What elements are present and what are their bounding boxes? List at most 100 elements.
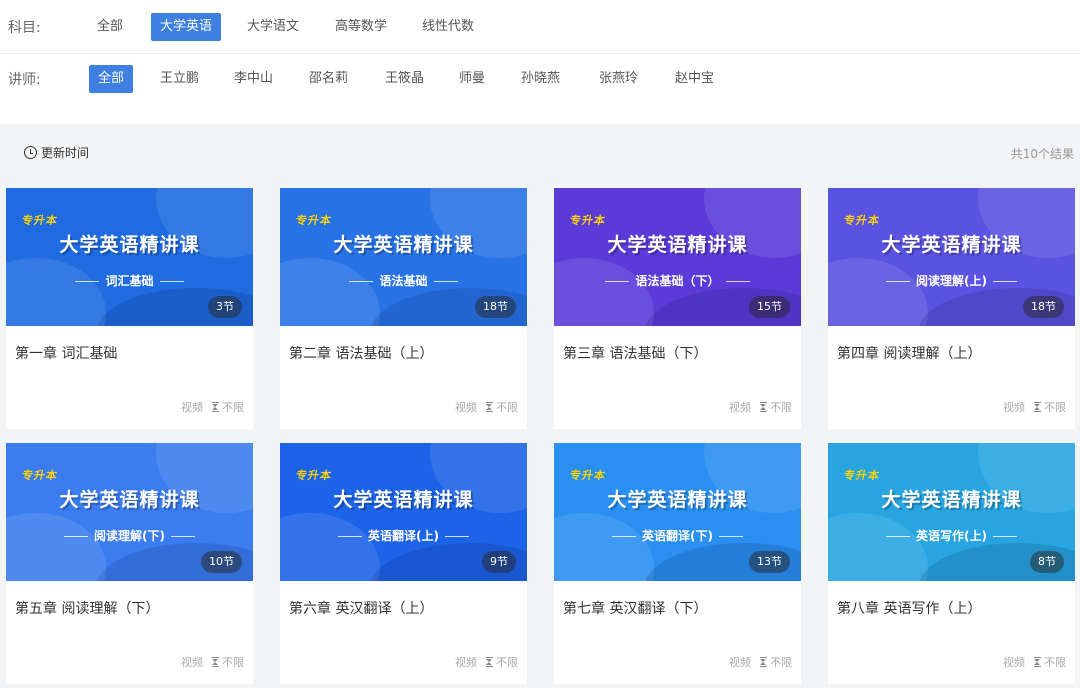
hourglass-icon [760,402,767,412]
hourglass-icon [760,657,767,667]
card-meta: 视频 不限 [729,399,792,415]
card-meta: 视频 不限 [729,654,792,670]
card-title[interactable]: 第六章 英汉翻译（上） [289,598,433,618]
course-thumbnail[interactable]: 专升本 大学英语精讲课 英语翻译(上) 9节 [280,443,527,581]
subject-chip-advanced-math[interactable]: 高等数学 [326,13,396,41]
time-limit: 不限 [496,656,518,669]
results-toolbar: 更新时间 共10个结果 [0,124,1080,180]
card-title[interactable]: 第四章 阅读理解（上） [837,343,981,363]
teacher-filter-row: 讲师: 全部 王立鹏 李中山 邵名莉 王筱晶 师曼 孙晓燕 张燕玲 赵中宝 [0,53,1080,103]
course-card[interactable]: 专升本 大学英语精讲课 语法基础 18节 第二章 语法基础（上） 视频 不限 [280,188,527,429]
sort-label: 更新时间 [41,146,90,160]
thumbnail-course-title: 大学英语精讲课 [333,489,474,511]
time-limit: 不限 [770,656,792,669]
sort-by-update-time[interactable]: 更新时间 [24,144,89,161]
card-meta: 视频 不限 [455,399,518,415]
subject-chip-linear-algebra[interactable]: 线性代数 [413,13,483,41]
thumbnail-subtitle: 语法基础 [280,272,527,289]
teacher-chip-7[interactable]: 张燕玲 [590,65,647,93]
teacher-chip-3[interactable]: 邵名莉 [300,65,357,93]
media-type: 视频 [455,656,477,669]
result-count: 共10个结果 [1010,147,1074,161]
course-card[interactable]: 专升本 大学英语精讲课 语法基础（下） 15节 第三章 语法基础（下） 视频 不… [554,188,801,429]
hourglass-icon [212,402,219,412]
media-type: 视频 [181,656,203,669]
hourglass-icon [486,402,493,412]
subject-filter-label: 科目: [8,20,41,36]
card-title[interactable]: 第一章 词汇基础 [15,343,117,363]
teacher-filter-label: 讲师: [8,71,41,88]
lesson-count-badge: 15节 [749,296,790,318]
course-card[interactable]: 专升本 大学英语精讲课 词汇基础 3节 第一章 词汇基础 视频 不限 [6,188,253,429]
media-type: 视频 [729,401,751,414]
thumbnail-course-title: 大学英语精讲课 [607,489,748,511]
thumbnail-subtitle: 英语写作(上) [828,527,1075,544]
card-title[interactable]: 第五章 阅读理解（下） [15,598,159,618]
brand-tag: 专升本 [568,469,608,482]
brand-tag: 专升本 [842,214,882,227]
teacher-chip-1[interactable]: 王立鹏 [151,65,208,93]
card-title[interactable]: 第八章 英语写作（上） [837,598,981,618]
card-meta: 视频 不限 [1003,399,1066,415]
thumbnail-course-title: 大学英语精讲课 [881,489,1022,511]
teacher-chip-2[interactable]: 李中山 [225,65,282,93]
lesson-count-badge: 18节 [1023,296,1064,318]
lesson-count-badge: 3节 [208,296,242,318]
course-thumbnail[interactable]: 专升本 大学英语精讲课 语法基础（下） 15节 [554,188,801,326]
filter-panel: 科目: 全部 大学英语 大学语文 高等数学 线性代数 讲师: 全部 王立鹏 李中… [0,0,1080,124]
teacher-chip-5[interactable]: 师曼 [450,65,494,93]
hourglass-icon [1034,402,1041,412]
subject-chip-college-english[interactable]: 大学英语 [151,13,222,41]
card-meta: 视频 不限 [1003,654,1066,670]
hourglass-icon [486,657,493,667]
lesson-count-badge: 9节 [482,551,516,573]
brand-tag: 专升本 [842,469,882,482]
course-thumbnail[interactable]: 专升本 大学英语精讲课 阅读理解(上) 18节 [828,188,1075,326]
course-thumbnail[interactable]: 专升本 大学英语精讲课 英语写作(上) 8节 [828,443,1075,581]
teacher-chip-8[interactable]: 赵中宝 [666,65,723,93]
course-card[interactable]: 专升本 大学英语精讲课 英语翻译(上) 9节 第六章 英汉翻译（上） 视频 不限 [280,443,527,684]
course-thumbnail[interactable]: 专升本 大学英语精讲课 阅读理解(下) 10节 [6,443,253,581]
time-limit: 不限 [222,401,244,414]
course-card[interactable]: 专升本 大学英语精讲课 阅读理解(下) 10节 第五章 阅读理解（下） 视频 不… [6,443,253,684]
course-thumbnail[interactable]: 专升本 大学英语精讲课 语法基础 18节 [280,188,527,326]
time-limit: 不限 [770,401,792,414]
teacher-chip-4[interactable]: 王筱晶 [376,65,433,93]
card-meta: 视频 不限 [181,654,244,670]
media-type: 视频 [1003,401,1025,414]
card-meta: 视频 不限 [455,654,518,670]
media-type: 视频 [1003,656,1025,669]
brand-tag: 专升本 [294,214,334,227]
thumbnail-subtitle: 词汇基础 [6,272,253,289]
course-card[interactable]: 专升本 大学英语精讲课 英语翻译(下) 13节 第七章 英汉翻译（下） 视频 不… [554,443,801,684]
brand-tag: 专升本 [20,469,60,482]
course-thumbnail[interactable]: 专升本 大学英语精讲课 词汇基础 3节 [6,188,253,326]
brand-tag: 专升本 [568,214,608,227]
card-meta: 视频 不限 [181,399,244,415]
thumbnail-subtitle: 阅读理解(上) [828,272,1075,289]
brand-tag: 专升本 [20,214,60,227]
course-thumbnail[interactable]: 专升本 大学英语精讲课 英语翻译(下) 13节 [554,443,801,581]
hourglass-icon [1034,657,1041,667]
time-limit: 不限 [1044,656,1066,669]
thumbnail-course-title: 大学英语精讲课 [59,234,200,256]
time-limit: 不限 [1044,401,1066,414]
time-limit: 不限 [222,656,244,669]
card-title[interactable]: 第二章 语法基础（上） [289,343,433,363]
time-limit: 不限 [496,401,518,414]
clock-icon [24,146,37,159]
media-type: 视频 [729,656,751,669]
thumbnail-subtitle: 英语翻译(下) [554,527,801,544]
lesson-count-badge: 10节 [201,551,242,573]
teacher-chip-6[interactable]: 孙晓燕 [512,65,569,93]
hourglass-icon [212,657,219,667]
course-card[interactable]: 专升本 大学英语精讲课 英语写作(上) 8节 第八章 英语写作（上） 视频 不限 [828,443,1075,684]
card-title[interactable]: 第三章 语法基础（下） [563,343,707,363]
course-card[interactable]: 专升本 大学英语精讲课 阅读理解(上) 18节 第四章 阅读理解（上） 视频 不… [828,188,1075,429]
subject-filter-row: 科目: 全部 大学英语 大学语文 高等数学 线性代数 [0,2,1080,52]
subject-chip-all[interactable]: 全部 [88,13,132,41]
teacher-chip-all[interactable]: 全部 [89,65,134,93]
subject-chip-college-chinese[interactable]: 大学语文 [238,13,308,41]
thumbnail-subtitle: 语法基础（下） [554,272,801,289]
card-title[interactable]: 第七章 英汉翻译（下） [563,598,707,618]
